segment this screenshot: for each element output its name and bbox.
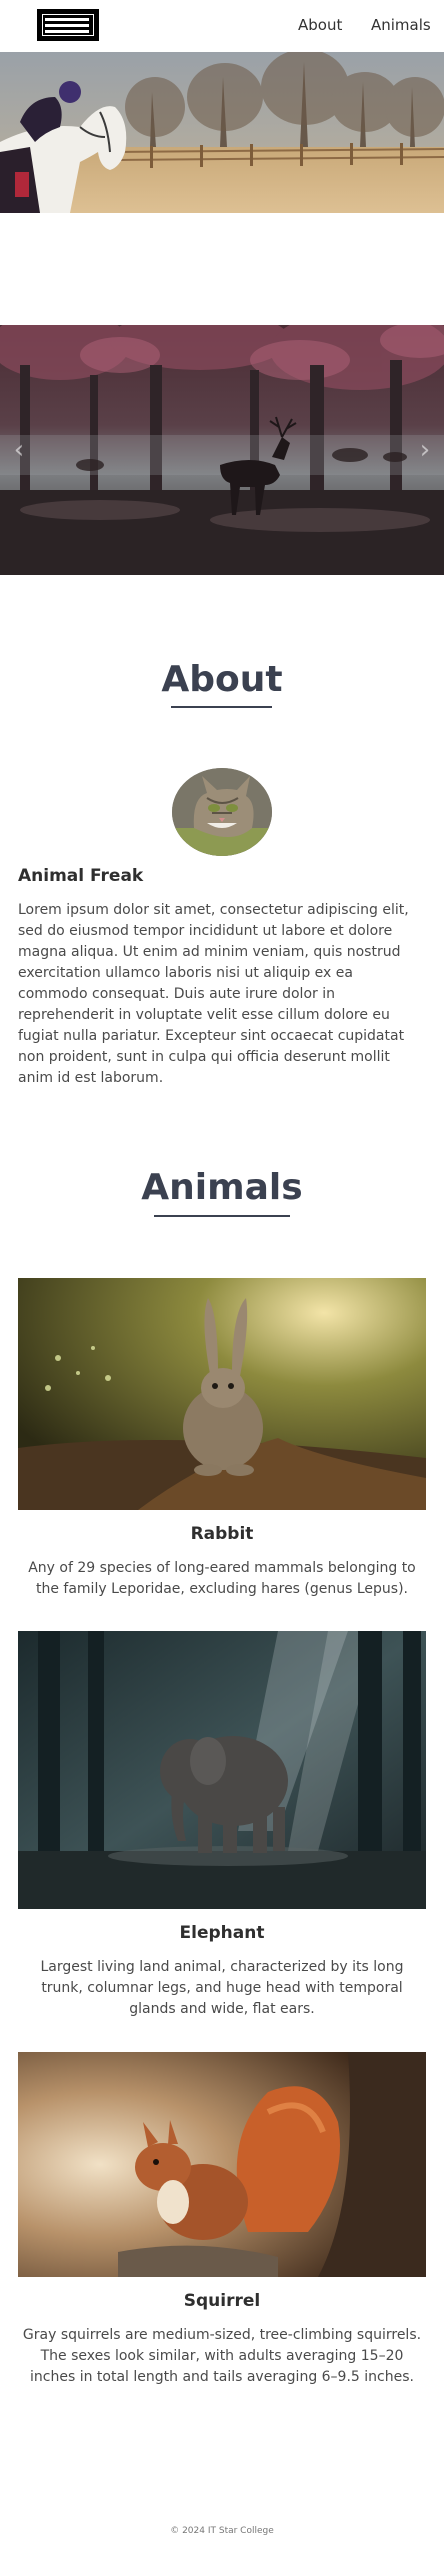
horse-rider-photo-icon xyxy=(0,52,444,213)
hero-image-horse xyxy=(0,52,444,213)
squirrel-image xyxy=(18,2052,426,2277)
about-avatar xyxy=(172,768,272,856)
elephant-photo-icon xyxy=(18,1631,426,1909)
animal-name-squirrel: Squirrel xyxy=(183,2291,261,2311)
deer-forest-photo-icon xyxy=(0,325,444,575)
rabbit-image xyxy=(18,1278,426,1510)
cat-photo-icon xyxy=(172,768,272,856)
top-navbar: About Animals xyxy=(0,0,444,52)
about-title-underline xyxy=(171,706,272,708)
logo-line xyxy=(45,24,89,27)
about-name: Animal Freak xyxy=(18,866,144,886)
animal-description-elephant: Largest living land animal, characterize… xyxy=(40,1959,404,2017)
animals-title-underline xyxy=(154,1215,290,1217)
logo-line xyxy=(45,18,89,21)
carousel-next-button[interactable]: › xyxy=(414,435,436,465)
animal-name-rabbit: Rabbit xyxy=(190,1524,254,1544)
nav-link-animals[interactable]: Animals xyxy=(371,16,431,34)
site-logo[interactable] xyxy=(37,9,99,41)
animal-description-rabbit: Any of 29 species of long-eared mammals … xyxy=(28,1560,416,1597)
image-carousel[interactable]: ‹ › xyxy=(0,325,444,575)
squirrel-photo-icon xyxy=(18,2052,426,2277)
about-section-title: About xyxy=(161,659,283,700)
rabbit-photo-icon xyxy=(18,1278,426,1510)
about-description: Lorem ipsum dolor sit amet, consectetur … xyxy=(18,902,409,1086)
carousel-prev-button[interactable]: ‹ xyxy=(8,435,30,465)
footer-copyright: © 2024 IT Star College xyxy=(170,2526,274,2536)
logo-line xyxy=(45,30,89,33)
elephant-image xyxy=(18,1631,426,1909)
animals-section-title: Animals xyxy=(141,1167,303,1208)
nav-link-about[interactable]: About xyxy=(298,16,342,34)
animal-description-squirrel: Gray squirrels are medium-sized, tree-cl… xyxy=(22,2327,422,2385)
animal-name-elephant: Elephant xyxy=(179,1923,265,1943)
